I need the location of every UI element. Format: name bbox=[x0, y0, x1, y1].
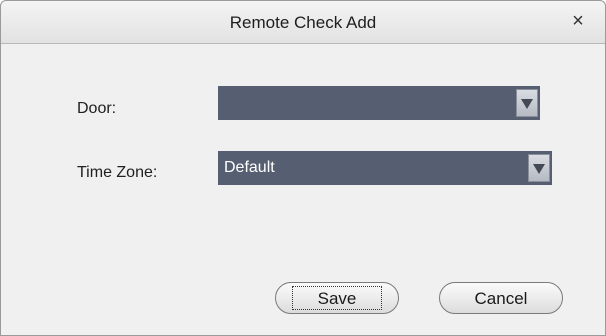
cancel-button-label: Cancel bbox=[474, 289, 528, 308]
focus-ring bbox=[292, 286, 382, 310]
time-zone-label: Time Zone: bbox=[77, 164, 158, 181]
close-icon[interactable]: × bbox=[565, 8, 591, 34]
remote-check-add-dialog: Remote Check Add × Door: Time Zone: Defa… bbox=[0, 0, 606, 336]
door-select[interactable] bbox=[218, 86, 540, 120]
time-zone-select-value: Default bbox=[224, 159, 275, 176]
dialog-body: Door: Time Zone: Default Save Cancel bbox=[1, 44, 605, 335]
time-zone-select[interactable]: Default bbox=[218, 151, 552, 185]
save-button[interactable]: Save bbox=[275, 282, 399, 314]
chevron-down-icon[interactable] bbox=[516, 89, 538, 117]
dialog-titlebar: Remote Check Add × bbox=[1, 1, 605, 44]
chevron-down-icon[interactable] bbox=[528, 154, 550, 182]
dialog-title: Remote Check Add bbox=[229, 13, 377, 32]
cancel-button[interactable]: Cancel bbox=[439, 282, 563, 314]
door-label: Door: bbox=[77, 100, 117, 117]
